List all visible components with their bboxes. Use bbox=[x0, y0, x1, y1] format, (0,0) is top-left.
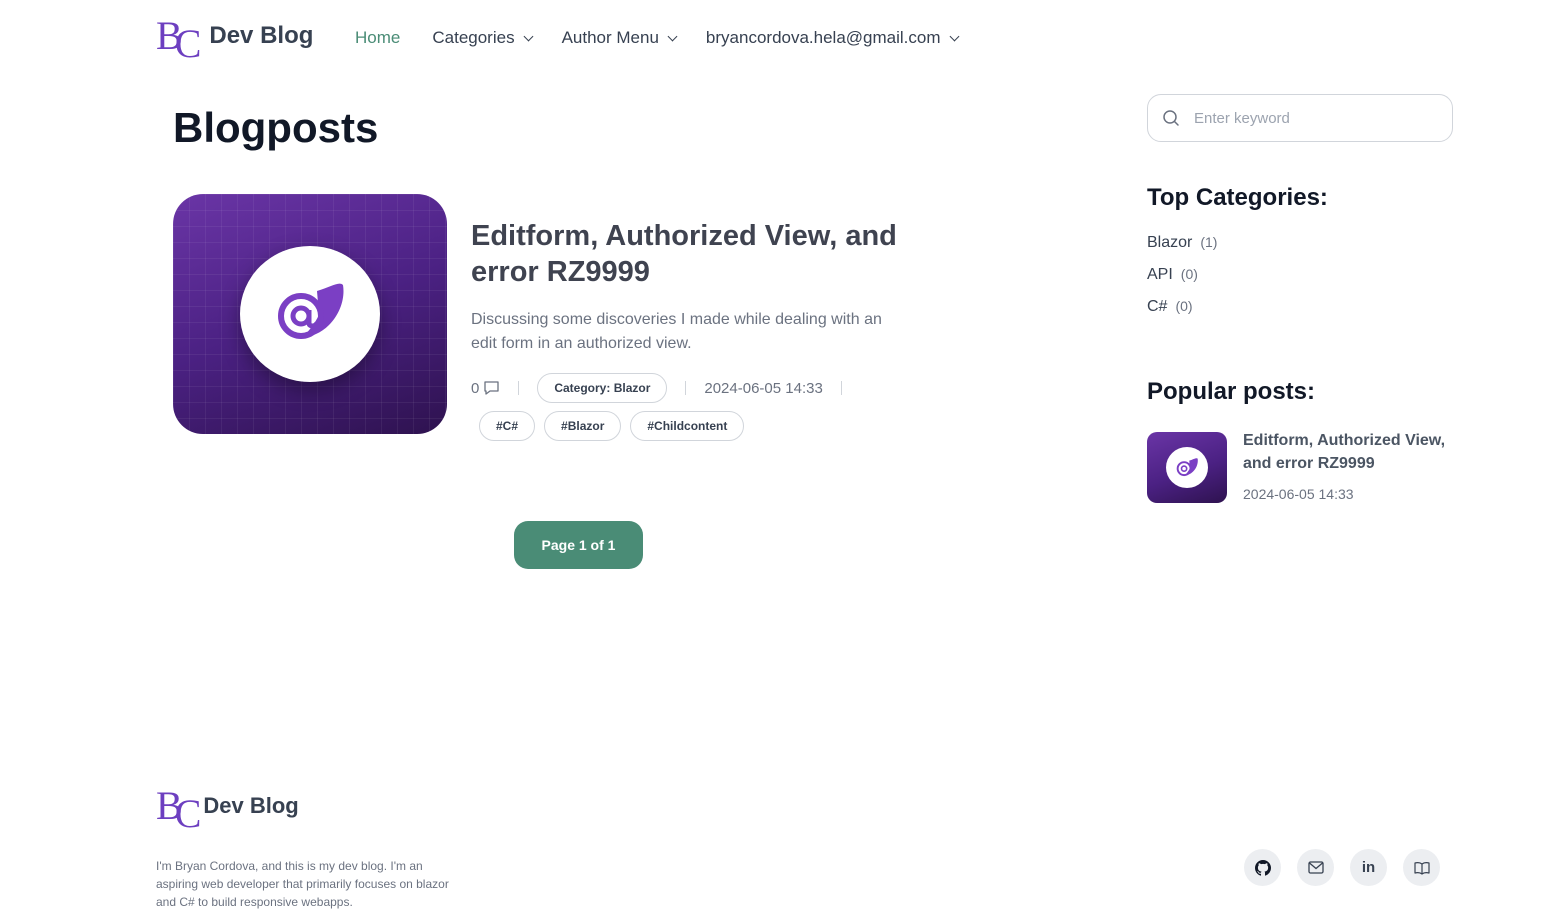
post-thumbnail[interactable] bbox=[173, 194, 447, 434]
nav-home[interactable]: Home bbox=[355, 28, 400, 48]
chevron-down-icon bbox=[667, 31, 678, 41]
post-date: 2024-06-05 14:33 bbox=[704, 379, 823, 397]
divider bbox=[840, 381, 842, 395]
footer-logo[interactable]: BC Dev Blog bbox=[156, 783, 299, 836]
popular-post-thumbnail[interactable] bbox=[1147, 432, 1227, 503]
category-badge[interactable]: Category: Blazor bbox=[537, 373, 668, 403]
nav-author-menu[interactable]: Author Menu bbox=[562, 28, 678, 48]
github-icon bbox=[1254, 859, 1271, 876]
book-icon bbox=[1413, 861, 1430, 875]
blazor-logo-icon bbox=[1166, 447, 1208, 488]
nav-categories[interactable]: Categories bbox=[432, 28, 534, 48]
social-links: in bbox=[1244, 849, 1440, 886]
search-box[interactable] bbox=[1147, 94, 1453, 142]
comment-count: 0 bbox=[471, 379, 480, 397]
search-input[interactable] bbox=[1194, 109, 1434, 127]
divider bbox=[685, 381, 687, 395]
linkedin-link[interactable]: in bbox=[1350, 849, 1387, 886]
chevron-down-icon bbox=[949, 31, 959, 41]
main-nav: Home Categories Author Menu bryancordova… bbox=[355, 28, 959, 48]
mail-icon bbox=[1307, 861, 1324, 874]
post-title-link[interactable]: Editform, Authorized View, and error RZ9… bbox=[471, 218, 911, 290]
post-tags: #C# #Blazor #Childcontent bbox=[479, 411, 745, 441]
email-link[interactable] bbox=[1297, 849, 1334, 886]
tag-childcontent[interactable]: #Childcontent bbox=[630, 411, 745, 441]
top-categories-heading: Top Categories: bbox=[1147, 184, 1328, 211]
post-meta: 0 Category: Blazor 2024-06-05 14:33 bbox=[471, 373, 860, 403]
category-item-api[interactable]: API (0) bbox=[1147, 266, 1217, 298]
footer-site-name: Dev Blog bbox=[203, 793, 299, 818]
category-item-blazor[interactable]: Blazor (1) bbox=[1147, 234, 1217, 266]
tag-blazor[interactable]: #Blazor bbox=[544, 411, 622, 441]
blazor-logo-icon bbox=[240, 246, 380, 382]
docs-link[interactable] bbox=[1403, 849, 1440, 886]
chevron-down-icon bbox=[523, 31, 534, 41]
logo-monogram: BC bbox=[156, 783, 201, 836]
page-title: Blogposts bbox=[173, 104, 379, 151]
nav-user-account[interactable]: bryancordova.hela@gmail.com bbox=[706, 28, 959, 48]
popular-post-title[interactable]: Editform, Authorized View, and error RZ9… bbox=[1243, 429, 1463, 475]
popular-post-date: 2024-06-05 14:33 bbox=[1243, 486, 1354, 502]
popular-posts-heading: Popular posts: bbox=[1147, 378, 1316, 405]
tag-csharp[interactable]: #C# bbox=[479, 411, 536, 441]
comment-icon bbox=[483, 380, 500, 396]
site-logo[interactable]: BC Dev Blog bbox=[156, 13, 314, 66]
linkedin-icon: in bbox=[1361, 859, 1376, 876]
divider bbox=[518, 381, 520, 395]
post-excerpt: Discussing some discoveries I made while… bbox=[471, 311, 882, 352]
logo-monogram: BC bbox=[156, 13, 201, 66]
search-icon bbox=[1162, 109, 1180, 127]
github-link[interactable] bbox=[1244, 849, 1281, 886]
pagination-button[interactable]: Page 1 of 1 bbox=[514, 521, 643, 569]
footer-about: I'm Bryan Cordova, and this is my dev bl… bbox=[156, 859, 449, 909]
site-name: Dev Blog bbox=[209, 22, 314, 49]
category-list: Blazor (1) API (0) C# (0) bbox=[1147, 234, 1217, 330]
category-item-csharp[interactable]: C# (0) bbox=[1147, 298, 1217, 330]
